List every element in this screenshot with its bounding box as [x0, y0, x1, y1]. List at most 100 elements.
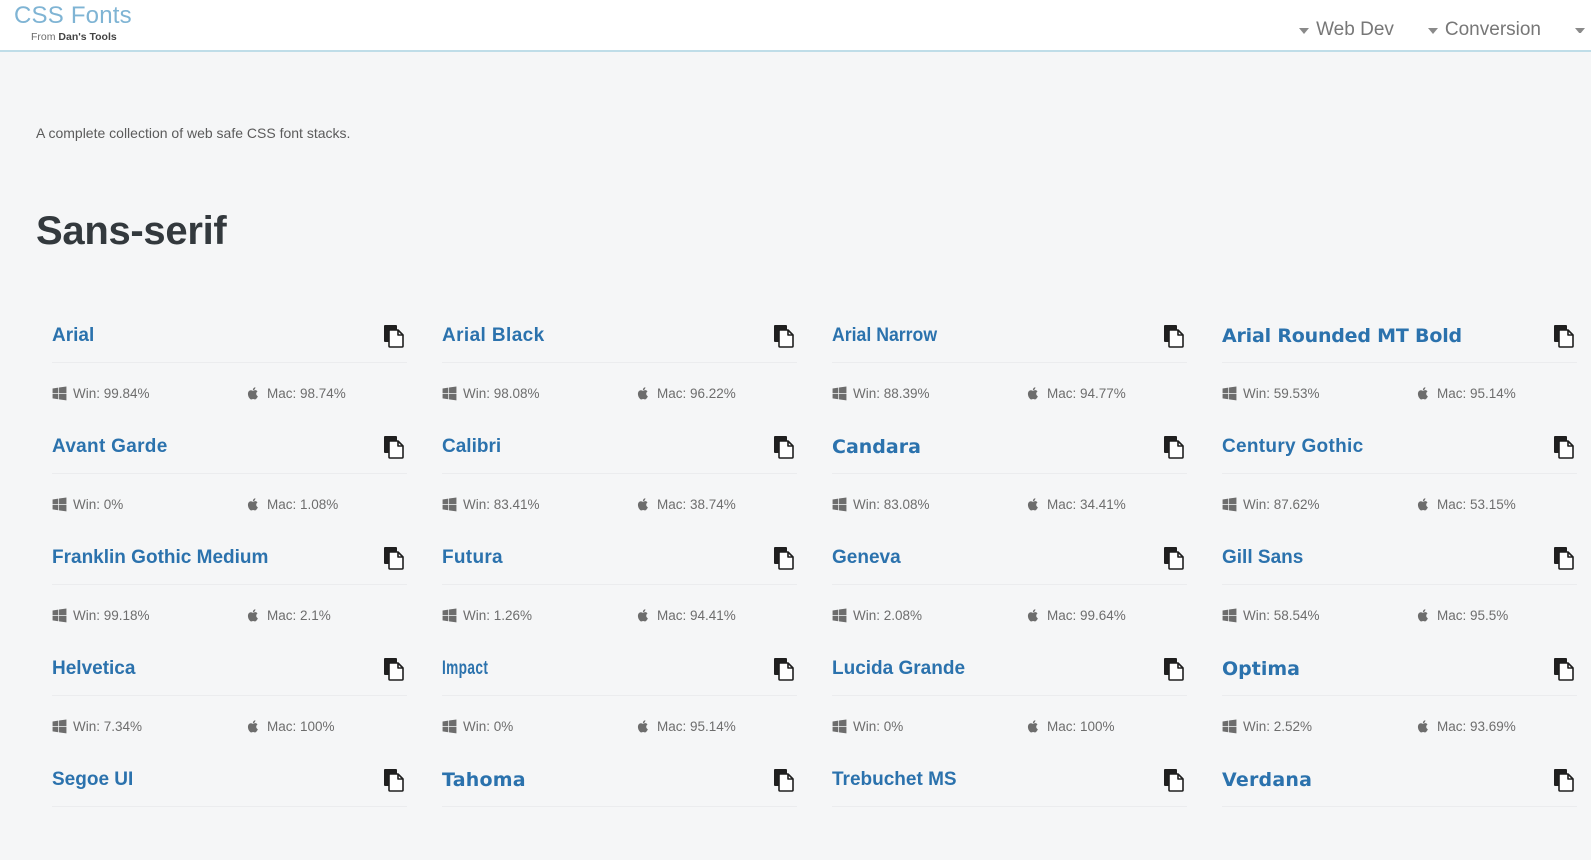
font-name-link[interactable]: Candara	[832, 435, 921, 459]
font-card-stats: Win: 98.08% Mac: 96.22%	[442, 363, 797, 403]
mac-support-stat: Mac: 99.64%	[1026, 607, 1126, 625]
copy-icon[interactable]	[383, 546, 405, 570]
font-name-link[interactable]: Century Gothic	[1222, 435, 1363, 459]
mac-support-value: Mac: 95.5%	[1437, 607, 1509, 623]
mac-support-stat: Mac: 93.69%	[1416, 718, 1516, 736]
font-name-link[interactable]: Verdana	[1222, 768, 1312, 792]
mac-support-value: Mac: 93.69%	[1437, 718, 1516, 734]
copy-icon[interactable]	[383, 768, 405, 792]
mac-support-value: Mac: 38.74%	[657, 496, 736, 512]
font-name-link[interactable]: Calibri	[442, 435, 501, 459]
copy-icon[interactable]	[1553, 324, 1575, 348]
windows-support-stat: Win: 99.18%	[52, 607, 246, 625]
windows-logo-icon	[442, 719, 457, 734]
copy-icon[interactable]	[1553, 435, 1575, 459]
font-name-link[interactable]: Gill Sans	[1222, 546, 1303, 570]
windows-support-value: Win: 2.52%	[1243, 718, 1313, 734]
font-card-stats: Win: 59.53% Mac: 95.14%	[1222, 363, 1577, 403]
font-name-link[interactable]: Optima	[1222, 657, 1300, 681]
font-card: Arial Narrow Win: 88.39% Mac: 94.77%	[832, 310, 1187, 421]
font-card-header: Calibri	[442, 435, 797, 474]
font-name-link[interactable]: Arial Narrow	[832, 324, 937, 348]
mac-support-value: Mac: 94.77%	[1047, 385, 1126, 401]
copy-icon[interactable]	[773, 657, 795, 681]
font-name-link[interactable]: Lucida Grande	[832, 657, 965, 681]
copy-icon[interactable]	[383, 657, 405, 681]
font-name-link[interactable]: Franklin Gothic Medium	[52, 546, 268, 570]
copy-icon[interactable]	[383, 435, 405, 459]
font-name-link[interactable]: Trebuchet MS	[832, 768, 957, 792]
copy-icon[interactable]	[1163, 435, 1185, 459]
brand[interactable]: CSS Fonts From Dan's Tools	[0, 0, 132, 43]
mac-support-value: Mac: 100%	[267, 718, 335, 734]
copy-icon[interactable]	[1163, 546, 1185, 570]
font-card-stats: Win: 0% Mac: 1.08%	[52, 474, 407, 514]
copy-icon[interactable]	[773, 435, 795, 459]
font-card-header: Tahoma	[442, 768, 797, 807]
apple-logo-icon	[636, 719, 651, 734]
font-card: Optima Win: 2.52% Mac: 93.69%	[1222, 643, 1577, 754]
font-name-link[interactable]: Geneva	[832, 546, 901, 570]
nav-item-label: Web Dev	[1316, 19, 1394, 40]
windows-support-value: Win: 99.84%	[73, 385, 150, 401]
windows-support-value: Win: 83.41%	[463, 496, 540, 512]
font-name-link[interactable]: Helvetica	[52, 657, 135, 681]
windows-logo-icon	[1222, 719, 1237, 734]
copy-icon[interactable]	[773, 546, 795, 570]
mac-support-value: Mac: 1.08%	[267, 496, 339, 512]
brand-subtitle-link[interactable]: Dan's Tools	[58, 31, 116, 43]
font-card-stats: Win: 99.84% Mac: 98.74%	[52, 363, 407, 403]
copy-icon[interactable]	[1553, 768, 1575, 792]
windows-support-value: Win: 87.62%	[1243, 496, 1320, 512]
windows-support-stat: Win: 2.52%	[1222, 718, 1416, 736]
windows-logo-icon	[52, 719, 67, 734]
mac-support-value: Mac: 100%	[1047, 718, 1115, 734]
copy-icon[interactable]	[773, 768, 795, 792]
font-card-header: Optima	[1222, 657, 1577, 696]
font-card-header: Impact	[442, 657, 797, 696]
mac-support-stat: Mac: 100%	[246, 718, 335, 736]
mac-support-stat: Mac: 34.41%	[1026, 496, 1126, 514]
font-name-link[interactable]: Segoe UI	[52, 768, 133, 792]
copy-icon[interactable]	[1163, 657, 1185, 681]
mac-support-stat: Mac: 98.74%	[246, 385, 346, 403]
font-card: Franklin Gothic Medium Win: 99.18% Mac: …	[52, 532, 407, 643]
font-name-link[interactable]: Futura	[442, 546, 503, 570]
font-name-link[interactable]: Tahoma	[442, 768, 526, 792]
font-card-header: Avant Garde	[52, 435, 407, 474]
copy-icon[interactable]	[1553, 546, 1575, 570]
font-name-link[interactable]: Impact	[442, 657, 488, 681]
font-card-stats: Win: 83.41% Mac: 38.74%	[442, 474, 797, 514]
copy-icon[interactable]	[1553, 657, 1575, 681]
windows-support-stat: Win: 83.41%	[442, 496, 636, 514]
windows-support-value: Win: 58.54%	[1243, 607, 1320, 623]
windows-support-value: Win: 7.34%	[73, 718, 143, 734]
font-card-stats: Win: 0% Mac: 100%	[832, 696, 1187, 736]
apple-logo-icon	[1416, 719, 1431, 734]
windows-support-stat: Win: 87.62%	[1222, 496, 1416, 514]
page-content: A complete collection of web safe CSS fo…	[0, 52, 1591, 847]
mac-support-stat: Mac: 38.74%	[636, 496, 736, 514]
nav-item-overflow[interactable]	[1575, 27, 1589, 33]
font-name-link[interactable]: Arial Black	[442, 324, 545, 348]
font-name-link[interactable]: Avant Garde	[52, 435, 168, 459]
mac-support-value: Mac: 94.41%	[657, 607, 736, 623]
nav-item-web-dev[interactable]: Web Dev	[1299, 18, 1394, 42]
font-name-link[interactable]: Arial	[52, 324, 94, 348]
font-card-stats	[1222, 807, 1577, 829]
copy-icon[interactable]	[383, 324, 405, 348]
intro-text: A complete collection of web safe CSS fo…	[36, 125, 351, 141]
windows-support-value: Win: 98.08%	[463, 385, 540, 401]
copy-icon[interactable]	[773, 324, 795, 348]
font-name-link[interactable]: Arial Rounded MT Bold	[1222, 324, 1462, 348]
font-card: Helvetica Win: 7.34% Mac: 100%	[52, 643, 407, 754]
copy-icon[interactable]	[1163, 324, 1185, 348]
font-card: Trebuchet MS	[832, 754, 1187, 847]
mac-support-stat: Mac: 2.1%	[246, 607, 331, 625]
nav-item-conversion[interactable]: Conversion	[1427, 18, 1541, 42]
brand-title: CSS Fonts	[14, 2, 132, 29]
font-card-header: Arial Black	[442, 324, 797, 363]
apple-logo-icon	[1026, 608, 1041, 623]
apple-logo-icon	[246, 386, 261, 401]
copy-icon[interactable]	[1163, 768, 1185, 792]
